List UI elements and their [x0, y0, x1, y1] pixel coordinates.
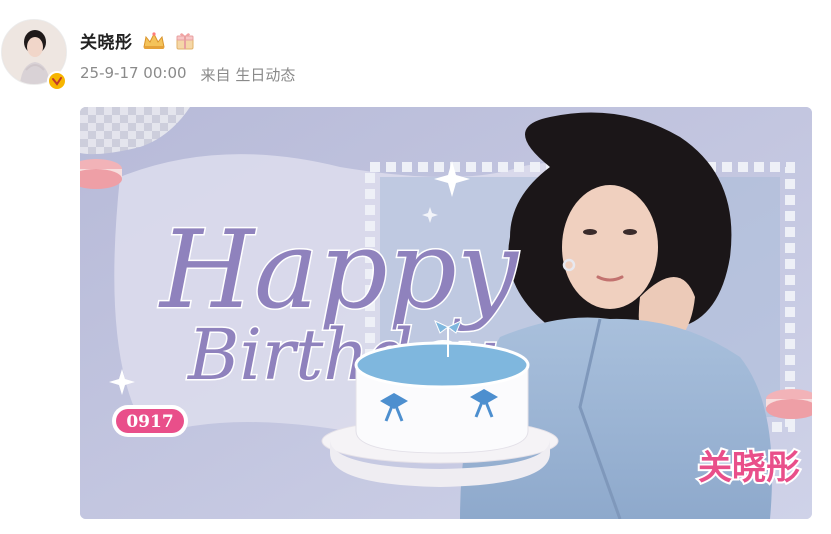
- post-image[interactable]: Happy Birthday 0917 关晓彤: [80, 107, 812, 519]
- name-tag: 关晓彤: [698, 448, 800, 488]
- post-source: 来自 生日动态: [200, 66, 296, 84]
- crown-icon[interactable]: [141, 31, 165, 51]
- author-header: 关晓彤: [80, 28, 197, 53]
- avatar[interactable]: [1, 19, 67, 93]
- macaron-decoration-icon: [80, 159, 122, 189]
- post-timestamp[interactable]: 25-9-17 00:00: [80, 64, 187, 85]
- gift-icon[interactable]: [173, 31, 197, 51]
- author-name[interactable]: 关晓彤: [80, 28, 133, 53]
- date-tag: 0917: [126, 412, 173, 432]
- verified-badge-icon: [47, 71, 67, 91]
- post-meta: 25-9-17 00:00 来自 生日动态: [80, 64, 295, 85]
